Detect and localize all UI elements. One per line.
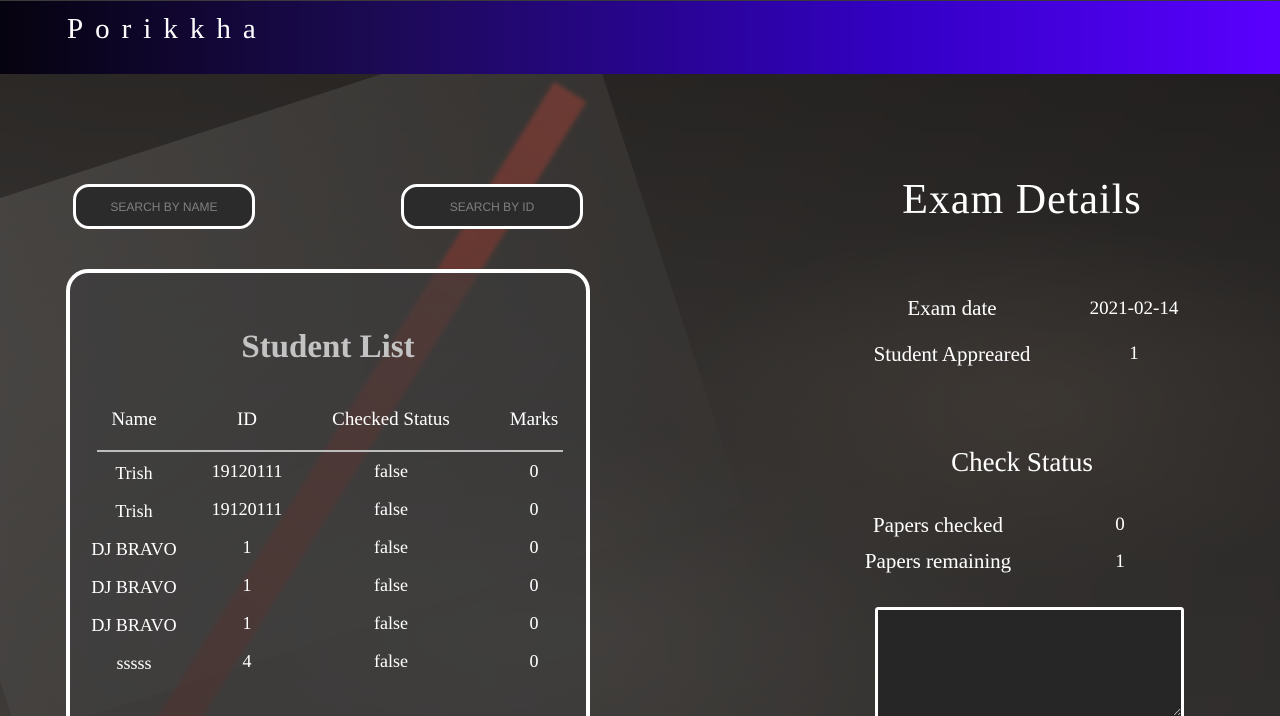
exam-date-value: 2021-02-14 <box>1089 298 1179 319</box>
student-id: 19120111 <box>211 499 283 519</box>
table-row[interactable]: sssss 4 false 0 <box>70 651 586 681</box>
student-appeared-value: 1 <box>1129 343 1139 364</box>
student-list-title: Student List <box>241 329 415 365</box>
student-name: sssss <box>116 653 152 673</box>
student-id: 1 <box>242 613 252 633</box>
student-name: Trish <box>115 463 153 483</box>
student-list-card: Student List Name ID Checked Status Mark… <box>66 269 590 716</box>
table-row[interactable]: Trish 19120111 false 0 <box>70 499 586 529</box>
student-name: Trish <box>115 501 153 521</box>
student-id: 4 <box>242 651 252 671</box>
marks: 0 <box>529 461 539 481</box>
student-name: DJ BRAVO <box>91 539 177 559</box>
papers-remaining-value: 1 <box>1115 551 1125 572</box>
column-header-checked-status: Checked Status <box>332 409 450 430</box>
checked-status: false <box>374 461 408 481</box>
check-status-title: Check Status <box>951 447 1093 477</box>
marks: 0 <box>529 613 539 633</box>
checked-status: false <box>374 499 408 519</box>
column-header-id: ID <box>236 409 258 430</box>
table-header: Name ID Checked Status Marks <box>70 409 586 439</box>
navbar: Porikkha <box>0 0 1280 74</box>
checked-status: false <box>374 613 408 633</box>
search-by-id-input[interactable] <box>401 184 583 229</box>
table-row[interactable]: DJ BRAVO 1 false 0 <box>70 537 586 567</box>
table-row[interactable]: DJ BRAVO 1 false 0 <box>70 613 586 643</box>
student-name: DJ BRAVO <box>91 615 177 635</box>
student-id: 1 <box>242 575 252 595</box>
checked-status: false <box>374 575 408 595</box>
search-by-name-input[interactable] <box>73 184 255 229</box>
student-name: DJ BRAVO <box>91 577 177 597</box>
marks: 0 <box>529 651 539 671</box>
checked-status: false <box>374 651 408 671</box>
notes-textarea[interactable] <box>875 607 1184 716</box>
brand-logo[interactable]: Porikkha <box>67 13 268 46</box>
student-id: 1 <box>242 537 252 557</box>
student-appeared-label: Student Appreared <box>873 342 1031 366</box>
marks: 0 <box>529 575 539 595</box>
column-header-name: Name <box>111 409 157 430</box>
papers-remaining-label: Papers remaining <box>864 549 1012 573</box>
exam-details-title: Exam Details <box>902 177 1142 223</box>
papers-checked-value: 0 <box>1115 514 1125 535</box>
checked-status: false <box>374 537 408 557</box>
marks: 0 <box>529 537 539 557</box>
exam-date-label: Exam date <box>907 296 997 320</box>
table-row[interactable]: Trish 19120111 false 0 <box>70 461 586 491</box>
column-header-marks: Marks <box>509 409 559 430</box>
papers-checked-label: Papers checked <box>872 513 1004 537</box>
marks: 0 <box>529 499 539 519</box>
student-id: 19120111 <box>211 461 283 481</box>
table-row[interactable]: DJ BRAVO 1 false 0 <box>70 575 586 605</box>
table-divider <box>97 450 563 452</box>
